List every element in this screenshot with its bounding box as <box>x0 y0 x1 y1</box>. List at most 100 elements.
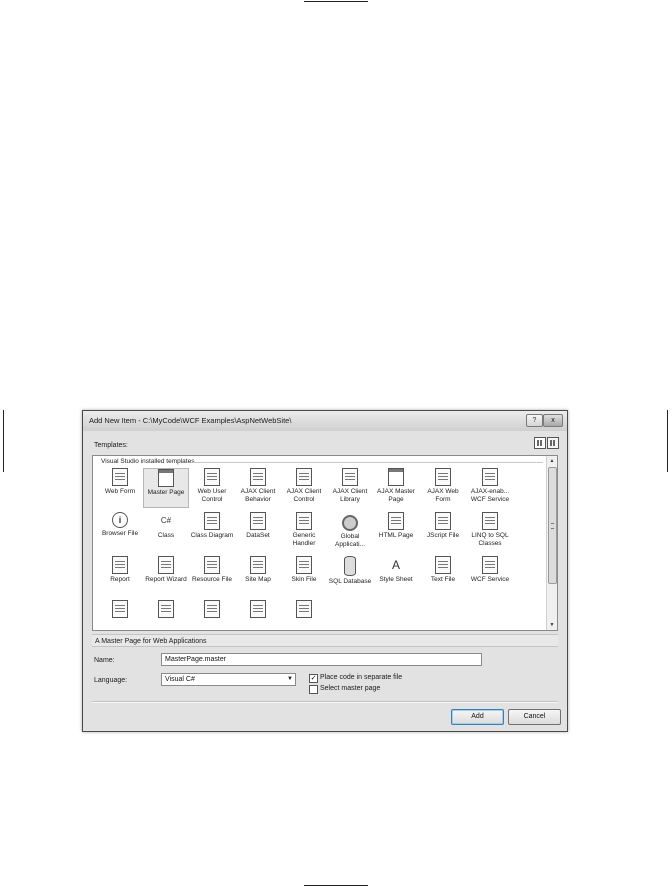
select-master-checkbox[interactable] <box>309 685 318 694</box>
template-item-label: Skin File <box>291 576 317 583</box>
template-description: A Master Page for Web Applications <box>92 634 558 647</box>
cancel-button[interactable]: Cancel <box>508 709 561 725</box>
template-item-label: Class <box>157 532 175 539</box>
template-item-label: Class Diagram <box>190 532 234 539</box>
template-item[interactable] <box>97 600 143 630</box>
title-bar[interactable]: Add New Item - C:\MyCode\WCF Examples\As… <box>83 411 567 431</box>
add-button[interactable]: Add <box>451 709 504 725</box>
add-new-item-dialog: Add New Item - C:\MyCode\WCF Examples\As… <box>82 410 568 732</box>
close-button[interactable]: x <box>543 414 563 427</box>
template-item[interactable]: A Style Sheet <box>373 556 419 596</box>
name-label: Name: <box>94 657 115 664</box>
ajax-client-control-icon <box>296 468 312 486</box>
ajax-client-library-icon <box>342 468 358 486</box>
right-margin-mark <box>667 410 668 472</box>
template-item[interactable]: DataSet <box>235 512 281 552</box>
template-item[interactable]: SQL Database <box>327 556 373 596</box>
template-item[interactable]: Site Map <box>235 556 281 596</box>
select-master-label[interactable]: Select master page <box>320 685 380 692</box>
report-icon <box>112 556 128 574</box>
small-icons-view-icon[interactable] <box>547 437 559 449</box>
template-item[interactable]: AJAX Client Behavior <box>235 468 281 508</box>
help-button[interactable]: ? <box>526 414 543 427</box>
template-item-label: Style Sheet <box>379 576 413 583</box>
class-diagram-icon <box>204 512 220 530</box>
xml-file-icon <box>204 600 220 618</box>
templates-list[interactable]: Visual Studio installed templates ▲ ▼ We… <box>92 455 558 631</box>
template-item-label: AJAX Client Control <box>286 488 322 503</box>
template-item[interactable]: Web Form <box>97 468 143 508</box>
template-item[interactable]: Report <box>97 556 143 596</box>
template-item[interactable]: Global Applicati... <box>327 512 373 552</box>
template-item[interactable]: AJAX Web Form <box>420 468 466 508</box>
template-item[interactable] <box>281 600 327 630</box>
template-item[interactable]: C# Class <box>143 512 189 552</box>
template-item[interactable]: AJAX Master Page <box>373 468 419 508</box>
template-item-label: Master Page <box>147 489 185 496</box>
site-map-icon <box>250 556 266 574</box>
html-page-icon <box>388 512 404 530</box>
template-item[interactable]: HTML Page <box>373 512 419 552</box>
jscript-file-icon <box>435 512 451 530</box>
template-item-label: JScript File <box>426 532 460 539</box>
scroll-down-icon[interactable]: ▼ <box>548 621 556 629</box>
template-item[interactable]: Report Wizard <box>143 556 189 596</box>
language-select[interactable]: Visual C# ▼ <box>161 673 296 686</box>
group-label: Visual Studio installed templates <box>101 458 195 465</box>
resource-file-icon <box>204 556 220 574</box>
template-item[interactable]: Generic Handler <box>281 512 327 552</box>
template-item[interactable]: Skin File <box>281 556 327 596</box>
template-item[interactable]: AJAX-enab... WCF Service <box>467 468 513 508</box>
dropdown-arrow-icon[interactable]: ▼ <box>287 674 293 685</box>
scroll-up-icon[interactable]: ▲ <box>548 457 556 465</box>
template-item[interactable]: AJAX Client Library <box>327 468 373 508</box>
ajax-wcf-service-icon <box>482 468 498 486</box>
template-item[interactable]: Web User Control <box>189 468 235 508</box>
top-rule <box>304 1 368 2</box>
template-item-label: Web Form <box>104 488 136 495</box>
template-item-label: Global Applicati... <box>335 533 365 548</box>
scroll-thumb[interactable] <box>548 467 557 584</box>
templates-scrollbar[interactable]: ▲ ▼ <box>546 456 557 630</box>
xml-schema-icon <box>250 600 266 618</box>
template-item-label: Site Map <box>245 576 271 583</box>
template-item[interactable]: Class Diagram <box>189 512 235 552</box>
template-item-label: LINQ to SQL Classes <box>471 532 509 547</box>
template-item[interactable] <box>143 600 189 630</box>
style-sheet-icon: A <box>391 558 400 572</box>
template-item-label: WCF Service <box>470 576 510 583</box>
template-item[interactable]: i Browser File <box>97 512 143 552</box>
template-item[interactable]: JScript File <box>420 512 466 552</box>
template-item[interactable] <box>235 600 281 630</box>
bottom-rule <box>304 885 368 886</box>
large-icons-view-icon[interactable] <box>534 437 546 449</box>
template-item[interactable]: LINQ to SQL Classes <box>467 512 513 552</box>
template-item-label: Text File <box>430 576 456 583</box>
ajax-web-form-icon <box>435 468 451 486</box>
name-input[interactable]: MasterPage.master <box>161 653 482 666</box>
left-margin-mark <box>3 410 4 472</box>
template-item[interactable]: Text File <box>420 556 466 596</box>
global-application-icon <box>342 515 358 531</box>
xslt-file-icon <box>296 600 312 618</box>
template-item-label: DataSet <box>246 532 270 539</box>
template-item[interactable]: WCF Service <box>467 556 513 596</box>
place-code-label[interactable]: Place code in separate file <box>320 674 402 681</box>
template-item[interactable] <box>189 600 235 630</box>
browser-file-icon: i <box>112 512 128 528</box>
template-item-label: Web User Control <box>197 488 227 503</box>
language-label: Language: <box>94 677 128 684</box>
dataset-icon <box>250 512 266 530</box>
template-item[interactable]: Resource File <box>189 556 235 596</box>
language-value: Visual C# <box>165 676 195 683</box>
template-item-label: Resource File <box>191 576 233 583</box>
place-code-checkbox[interactable]: ✓ <box>309 674 318 683</box>
template-item-label: Generic Handler <box>292 532 316 547</box>
template-item[interactable]: Master Page <box>143 468 189 508</box>
ajax-master-page-icon <box>388 468 404 486</box>
web-user-control-icon <box>204 468 220 486</box>
template-item[interactable]: AJAX Client Control <box>281 468 327 508</box>
group-divider <box>193 462 543 463</box>
web-config-icon <box>158 600 174 618</box>
report-wizard-icon <box>158 556 174 574</box>
